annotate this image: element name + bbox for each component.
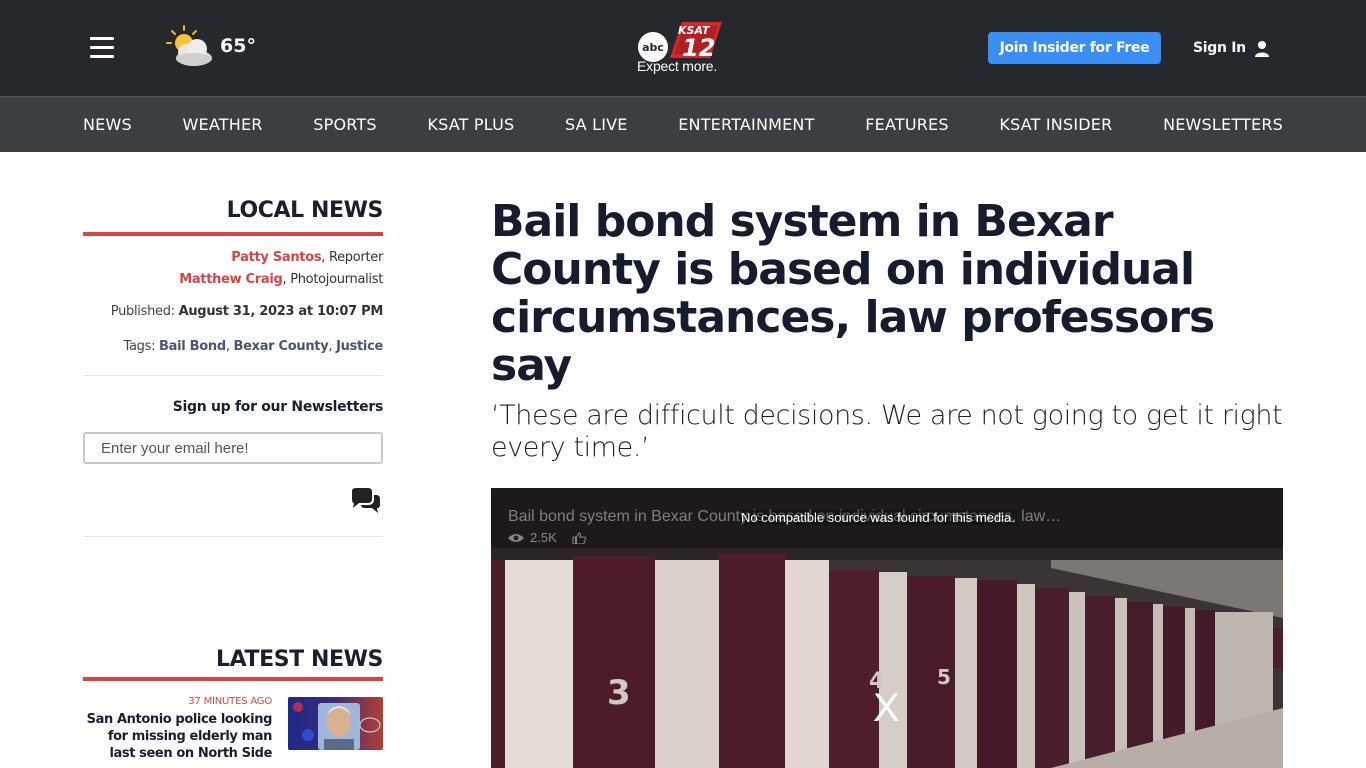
thumbs-up-icon[interactable] [571, 531, 587, 544]
section-divider [83, 677, 383, 681]
top-header: 65° abc KSAT 12 Expect more. Join Inside… [0, 0, 1366, 96]
weather-widget[interactable]: 65° [164, 24, 256, 68]
latest-news-thumbnail[interactable] [288, 697, 383, 750]
byline-author: Matthew Craig, Photojournalist [83, 272, 383, 287]
main-nav: NEWS WEATHER SPORTS KSAT PLUS SA LIVE EN… [0, 96, 1366, 152]
weather-temperature: 65° [220, 35, 256, 57]
nav-item-entertainment[interactable]: ENTERTAINMENT [678, 115, 814, 134]
author-role: , Photojournalist [282, 272, 384, 287]
article-subheadline: ‘These are difficult decisions. We are n… [491, 400, 1283, 463]
video-error-message: No compatible source was found for this … [739, 510, 1017, 525]
video-player[interactable]: 3 4 5 Bail bond system in Bexar County i… [491, 488, 1283, 768]
author-role: , Reporter [321, 250, 383, 265]
video-stats: 2.5K [508, 530, 593, 545]
latest-news-time: 37 MINUTES AGO [188, 696, 272, 707]
divider [83, 536, 383, 537]
latest-news-item[interactable]: 37 MINUTES AGO San Antonio police lookin… [83, 694, 383, 764]
comments-icon[interactable] [349, 488, 381, 514]
published-value: August 31, 2023 at 10:07 PM [178, 304, 384, 319]
nav-item-sa-live[interactable]: SA LIVE [565, 115, 628, 134]
nav-item-weather[interactable]: WEATHER [183, 115, 263, 134]
ksat-12-logo: KSAT 12 [670, 22, 722, 62]
latest-news-headline[interactable]: San Antonio police looking for missing e… [82, 711, 273, 762]
nav-item-sports[interactable]: SPORTS [313, 115, 376, 134]
tag-link[interactable]: Justice [336, 339, 383, 354]
sign-in-link[interactable]: Sign In [1193, 36, 1270, 60]
author-link[interactable]: Matthew Craig [179, 272, 283, 287]
logo-tagline: Expect more. [637, 58, 718, 74]
nav-item-news[interactable]: NEWS [83, 115, 132, 134]
byline-author: Patty Santos, Reporter [83, 250, 383, 265]
join-insider-button[interactable]: Join Insider for Free [988, 32, 1161, 64]
door-number: 3 [607, 673, 631, 713]
tag-list: Tags: Bail Bond, Bexar County, Justice [83, 339, 384, 354]
video-view-count: 2.5K [530, 530, 557, 545]
door-number: 5 [937, 665, 951, 689]
partly-cloudy-icon [166, 25, 212, 66]
nav-item-features[interactable]: FEATURES [865, 115, 948, 134]
tag-link[interactable]: Bexar County [234, 339, 329, 354]
station-logo[interactable]: abc KSAT 12 Expect more. [634, 16, 730, 78]
nav-item-newsletters[interactable]: NEWSLETTERS [1163, 115, 1283, 134]
published-date: Published: August 31, 2023 at 10:07 PM [83, 304, 384, 319]
section-title-local-news[interactable]: LOCAL NEWS [83, 198, 384, 223]
user-icon [1254, 40, 1269, 57]
tag-separator: , [328, 339, 337, 354]
divider [83, 375, 383, 376]
close-icon[interactable]: X [873, 686, 900, 730]
eye-icon [508, 533, 524, 542]
menu-icon[interactable] [90, 37, 114, 59]
published-label: Published: [110, 304, 179, 319]
tags-label: Tags: [123, 339, 159, 354]
section-divider [83, 232, 383, 236]
newsletter-signup-label: Sign up for our Newsletters [172, 399, 384, 415]
newsletter-email-input[interactable] [83, 432, 383, 464]
tag-separator: , [225, 339, 234, 354]
author-link[interactable]: Patty Santos [231, 250, 321, 265]
article-headline: Bail bond system in Bexar County is base… [491, 196, 1215, 391]
section-title-latest-news: LATEST NEWS [215, 647, 383, 672]
nav-item-ksat-insider[interactable]: KSAT INSIDER [999, 115, 1112, 134]
tag-link[interactable]: Bail Bond [159, 339, 226, 354]
nav-item-ksat-plus[interactable]: KSAT PLUS [427, 115, 514, 134]
sign-in-label: Sign In [1193, 40, 1246, 56]
